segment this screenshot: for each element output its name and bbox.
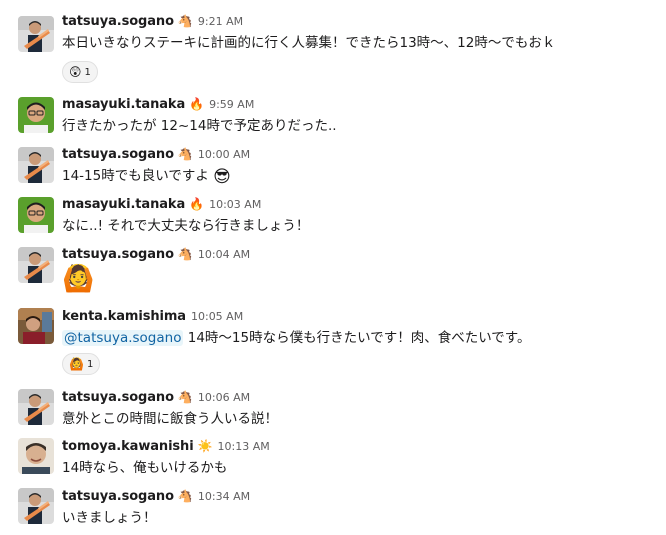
avatar-photo-icon	[18, 389, 54, 425]
fire-icon: 🔥	[189, 197, 205, 211]
user-mention[interactable]: @tatsuya.sogano	[62, 330, 184, 346]
avatar-masayuki[interactable]	[18, 197, 54, 233]
avatar-tatsuya[interactable]	[18, 488, 54, 524]
avatar-tatsuya[interactable]	[18, 247, 54, 283]
timestamp[interactable]: 9:59 AM	[209, 98, 254, 111]
avatar-photo-icon	[18, 308, 54, 344]
sun-icon: ☀️	[197, 439, 213, 453]
fire-icon: 🔥	[189, 97, 205, 111]
timestamp[interactable]: 10:00 AM	[198, 148, 250, 161]
sunglasses-face-icon: 😎	[213, 167, 231, 187]
horse-icon: 🐴	[177, 390, 193, 404]
message-body: @tatsuya.sogano 14時〜15時なら僕も行きたいです！肉、食べたい…	[62, 328, 530, 348]
message-text: 14-15時でも良いですよ	[62, 168, 209, 184]
author-name[interactable]: masayuki.tanaka	[62, 197, 185, 212]
message-text: 意外とこの時間に飯食う人いる説！	[62, 411, 278, 427]
astonished-face-icon: 😲	[69, 65, 82, 79]
message-text: なに..! それで大丈夫なら行きましょう！	[62, 218, 310, 234]
avatar-photo-icon	[18, 438, 54, 474]
avatar-photo-icon	[18, 16, 54, 52]
avatar-tomoya[interactable]	[18, 438, 54, 474]
message-text: 14時なら、俺もいけるかも	[62, 460, 228, 476]
avatar-tatsuya[interactable]	[18, 16, 54, 52]
avatar-kenta[interactable]	[18, 308, 54, 344]
avatar-tatsuya[interactable]	[18, 389, 54, 425]
reaction-count: 1	[84, 66, 91, 78]
timestamp[interactable]: 10:04 AM	[198, 248, 250, 261]
timestamp[interactable]: 10:34 AM	[198, 490, 250, 503]
avatar-photo-icon	[18, 97, 54, 133]
avatar-photo-icon	[18, 147, 54, 183]
timestamp[interactable]: 10:13 AM	[218, 440, 270, 453]
horse-icon: 🐴	[177, 147, 193, 161]
avatar-photo-icon	[18, 197, 54, 233]
timestamp[interactable]: 10:03 AM	[209, 198, 261, 211]
timestamp[interactable]: 9:21 AM	[198, 15, 243, 28]
message-text: 本日いきなりステーキに計画的に行く人募集！できたら13時〜、12時〜でもおｋ	[62, 35, 556, 51]
author-name[interactable]: tatsuya.sogano	[62, 147, 174, 162]
author-name[interactable]: tatsuya.sogano	[62, 390, 174, 405]
avatar-masayuki[interactable]	[18, 97, 54, 133]
avatar-tatsuya[interactable]	[18, 147, 54, 183]
horse-icon: 🐴	[177, 489, 193, 503]
timestamp[interactable]: 10:06 AM	[198, 391, 250, 404]
author-name[interactable]: kenta.kamishima	[62, 309, 186, 324]
horse-icon: 🐴	[177, 14, 193, 28]
author-name[interactable]: tatsuya.sogano	[62, 247, 174, 262]
avatar-photo-icon	[18, 488, 54, 524]
message-text: 14時〜15時なら僕も行きたいです！肉、食べたいです。	[183, 330, 531, 346]
avatar-photo-icon	[18, 247, 54, 283]
person-gesturing-ok-icon: 🙆	[69, 357, 84, 371]
author-name[interactable]: masayuki.tanaka	[62, 97, 185, 112]
timestamp[interactable]: 10:05 AM	[191, 310, 243, 323]
horse-icon: 🐴	[177, 247, 193, 261]
person-gesturing-ok-icon: 🙆	[62, 264, 95, 294]
message-body: 14-15時でも良いですよ 😎	[62, 166, 231, 187]
reaction-count: 1	[86, 358, 94, 370]
author-name[interactable]: tatsuya.sogano	[62, 489, 174, 504]
author-name[interactable]: tomoya.kawanishi	[62, 439, 194, 454]
message-text: いきましょう！	[62, 510, 157, 526]
author-name[interactable]: tatsuya.sogano	[62, 14, 174, 29]
message-text: 行きたかったが 12~14時で予定ありだった..	[62, 118, 337, 134]
reaction-button[interactable]: 🙆 1	[62, 353, 101, 375]
reaction-button[interactable]: 😲 1	[62, 61, 98, 83]
